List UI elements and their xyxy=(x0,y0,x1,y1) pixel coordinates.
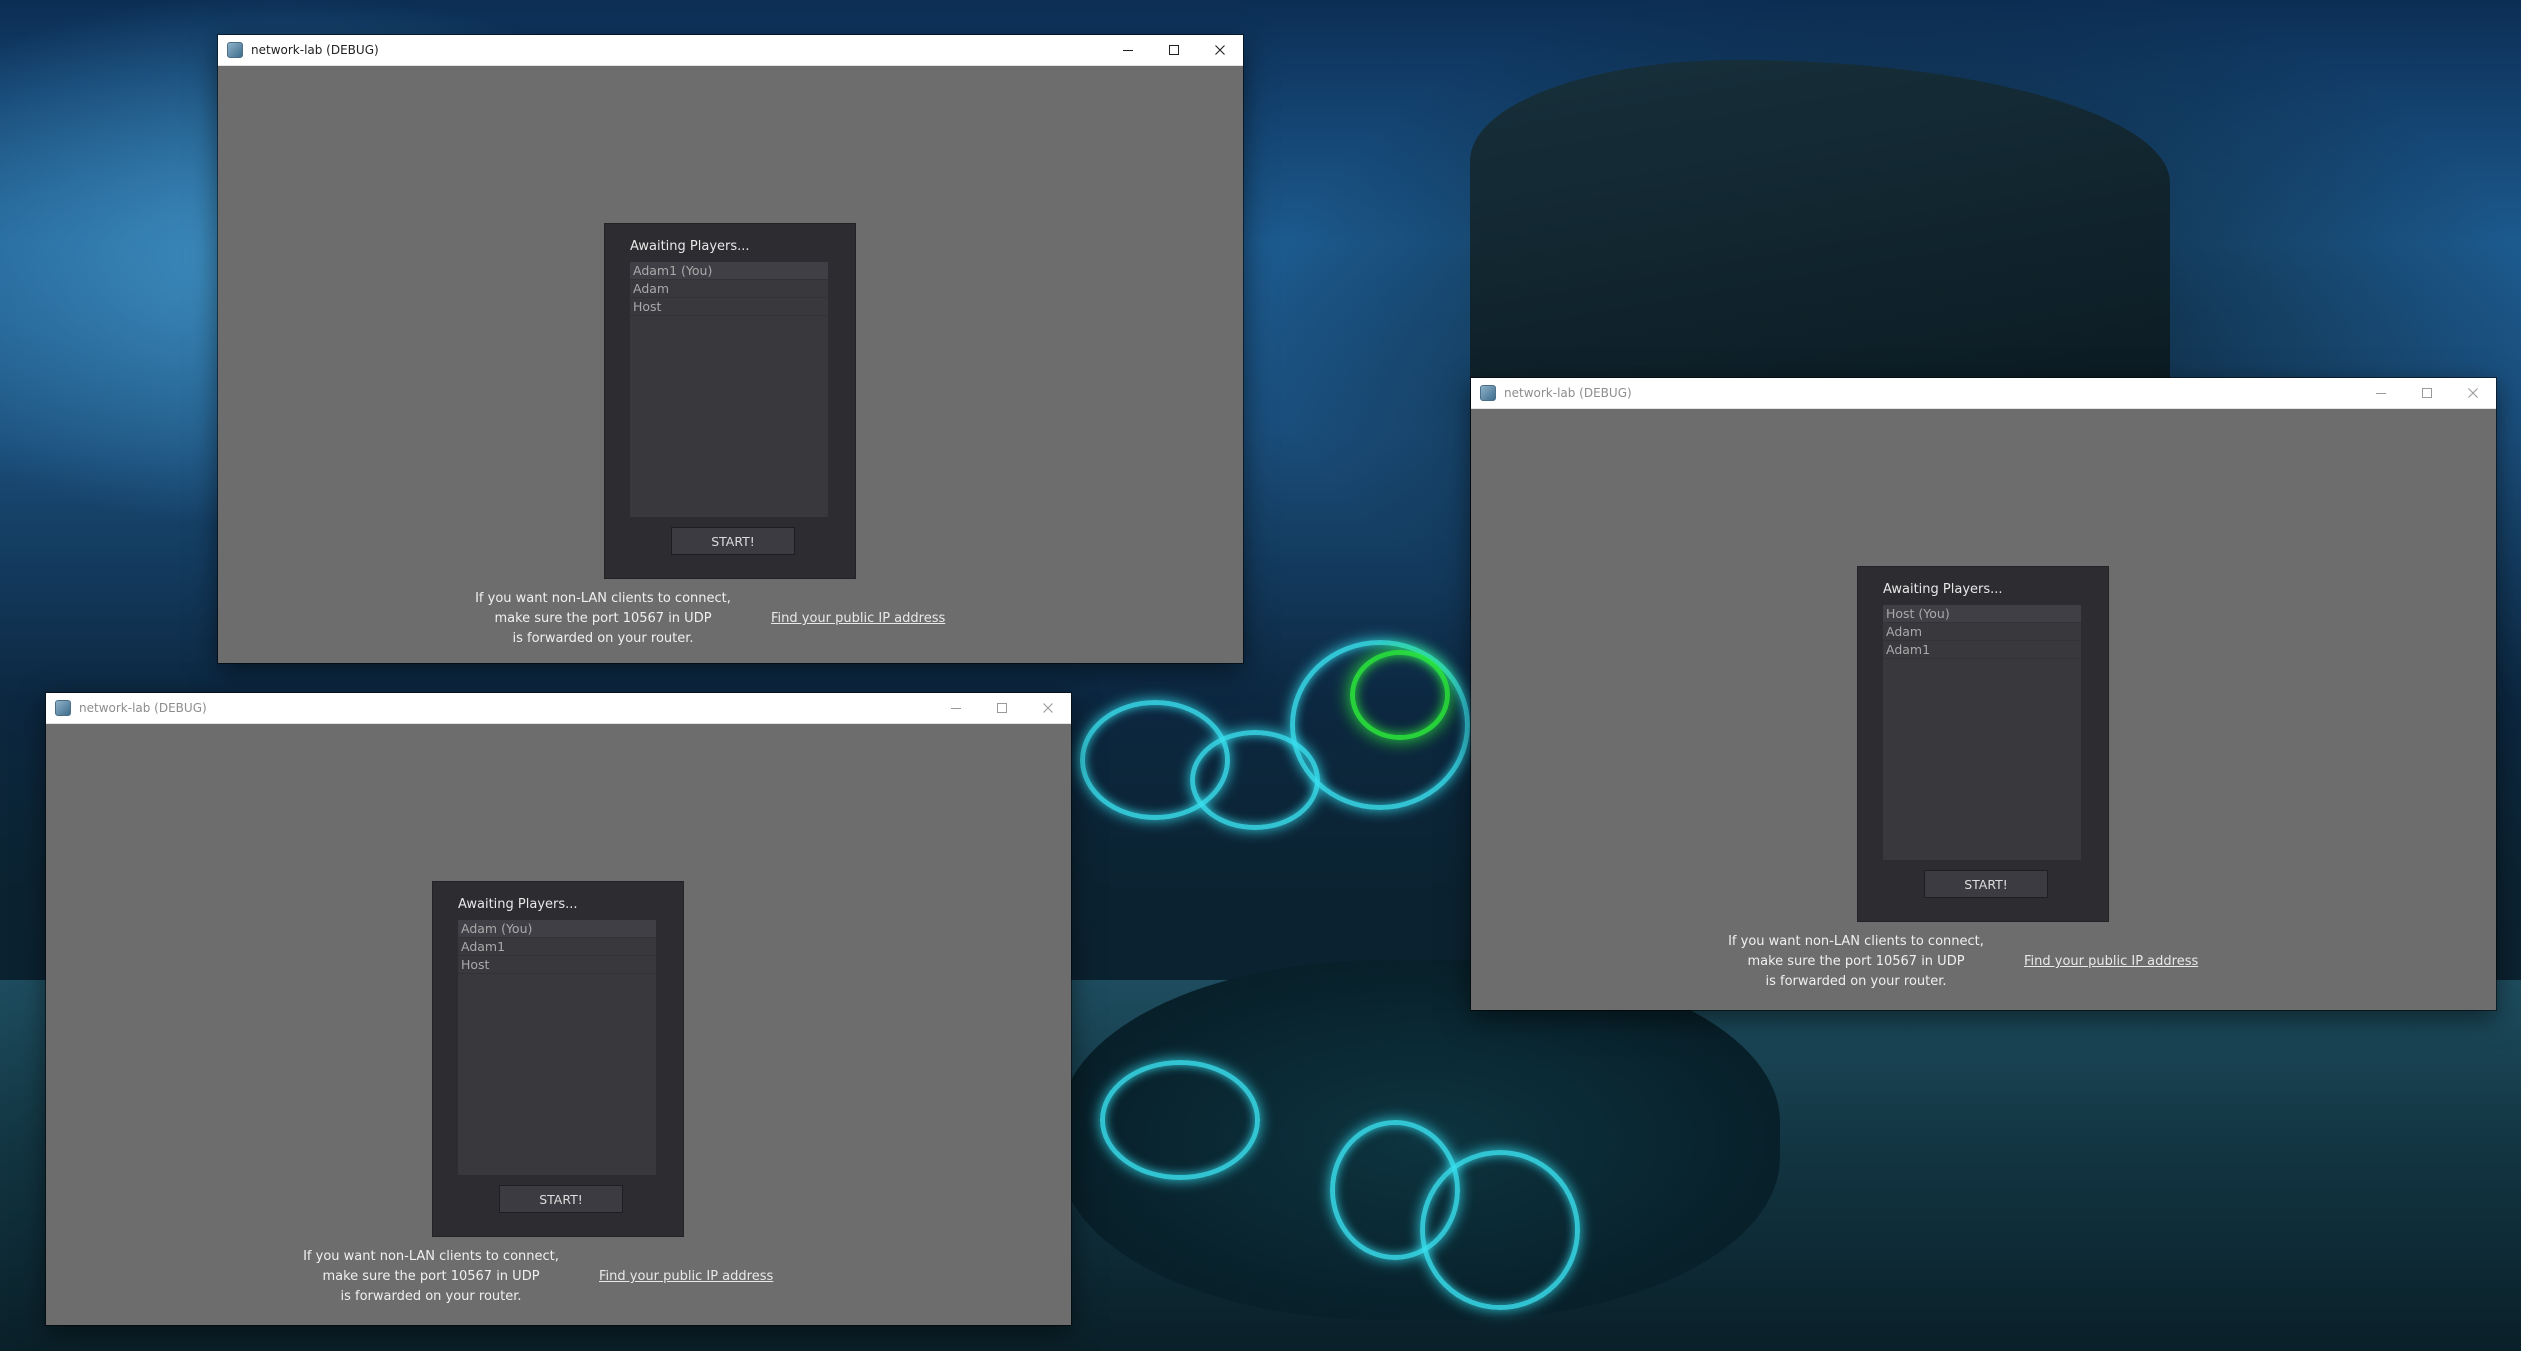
info-line: If you want non-LAN clients to connect, xyxy=(1728,934,1984,949)
close-icon[interactable] xyxy=(2450,378,2496,408)
game-window: network-lab (DEBUG) Awaiting Players... … xyxy=(1471,378,2496,1010)
game-window: network-lab (DEBUG) Awaiting Players... … xyxy=(218,35,1243,663)
player-list-item[interactable]: Host xyxy=(630,298,828,316)
window-controls xyxy=(933,693,1071,723)
game-window: network-lab (DEBUG) Awaiting Players... … xyxy=(46,693,1071,1325)
title-bar[interactable]: network-lab (DEBUG) xyxy=(46,693,1071,724)
player-list-item[interactable]: Adam1 xyxy=(1883,641,2081,659)
title-bar[interactable]: network-lab (DEBUG) xyxy=(1471,378,2496,409)
player-list-item[interactable]: Adam1 (You) xyxy=(630,262,828,280)
start-button[interactable]: START! xyxy=(671,527,795,555)
window-controls xyxy=(2358,378,2496,408)
lobby-panel: Awaiting Players... Adam (You) Adam1 Hos… xyxy=(432,881,684,1237)
window-client-area: Awaiting Players... Adam1 (You) Adam Hos… xyxy=(218,66,1243,663)
start-button[interactable]: START! xyxy=(1924,870,2048,898)
window-title: network-lab (DEBUG) xyxy=(251,43,379,57)
player-list[interactable]: Adam1 (You) Adam Host xyxy=(630,262,828,517)
minimize-icon[interactable] xyxy=(933,693,979,723)
info-line: If you want non-LAN clients to connect, xyxy=(475,591,731,606)
info-line: make sure the port 10567 in UDP xyxy=(1747,954,1965,969)
lobby-title: Awaiting Players... xyxy=(630,239,750,254)
info-line: If you want non-LAN clients to connect, xyxy=(303,1249,559,1264)
wallpaper-light-trail xyxy=(1100,1060,1260,1180)
app-icon xyxy=(55,700,71,716)
player-list-item[interactable]: Adam1 xyxy=(458,938,656,956)
close-icon[interactable] xyxy=(1197,35,1243,65)
info-line: is forwarded on your router. xyxy=(512,631,694,646)
window-client-area: Awaiting Players... Host (You) Adam Adam… xyxy=(1471,409,2496,1010)
window-client-area: Awaiting Players... Adam (You) Adam1 Hos… xyxy=(46,724,1071,1325)
player-list[interactable]: Adam (You) Adam1 Host xyxy=(458,920,656,1175)
app-icon xyxy=(227,42,243,58)
close-icon[interactable] xyxy=(1025,693,1071,723)
info-line: is forwarded on your router. xyxy=(340,1289,522,1304)
player-list-item[interactable]: Host xyxy=(458,956,656,974)
player-list-item[interactable]: Adam (You) xyxy=(458,920,656,938)
lobby-panel: Awaiting Players... Host (You) Adam Adam… xyxy=(1857,566,2109,922)
start-button[interactable]: START! xyxy=(499,1185,623,1213)
maximize-icon[interactable] xyxy=(1151,35,1197,65)
window-controls xyxy=(1105,35,1243,65)
app-icon xyxy=(1480,385,1496,401)
minimize-icon[interactable] xyxy=(1105,35,1151,65)
wallpaper-light-trail xyxy=(1350,650,1450,740)
player-list-item[interactable]: Adam xyxy=(1883,623,2081,641)
player-list[interactable]: Host (You) Adam Adam1 xyxy=(1883,605,2081,860)
public-ip-link[interactable]: Find your public IP address xyxy=(2024,954,2198,969)
info-line: make sure the port 10567 in UDP xyxy=(494,611,712,626)
title-bar[interactable]: network-lab (DEBUG) xyxy=(218,35,1243,66)
port-forward-info: If you want non-LAN clients to connect, … xyxy=(291,1247,571,1307)
maximize-icon[interactable] xyxy=(2404,378,2450,408)
info-line: make sure the port 10567 in UDP xyxy=(322,1269,540,1284)
public-ip-link[interactable]: Find your public IP address xyxy=(771,611,945,626)
lobby-title: Awaiting Players... xyxy=(1883,582,2003,597)
player-list-item[interactable]: Host (You) xyxy=(1883,605,2081,623)
port-forward-info: If you want non-LAN clients to connect, … xyxy=(463,589,743,649)
port-forward-info: If you want non-LAN clients to connect, … xyxy=(1716,932,1996,992)
lobby-panel: Awaiting Players... Adam1 (You) Adam Hos… xyxy=(604,223,856,579)
window-title: network-lab (DEBUG) xyxy=(79,701,207,715)
public-ip-link[interactable]: Find your public IP address xyxy=(599,1269,773,1284)
info-line: is forwarded on your router. xyxy=(1765,974,1947,989)
wallpaper-light-trail xyxy=(1420,1150,1580,1310)
lobby-title: Awaiting Players... xyxy=(458,897,578,912)
minimize-icon[interactable] xyxy=(2358,378,2404,408)
player-list-item[interactable]: Adam xyxy=(630,280,828,298)
window-title: network-lab (DEBUG) xyxy=(1504,386,1632,400)
maximize-icon[interactable] xyxy=(979,693,1025,723)
